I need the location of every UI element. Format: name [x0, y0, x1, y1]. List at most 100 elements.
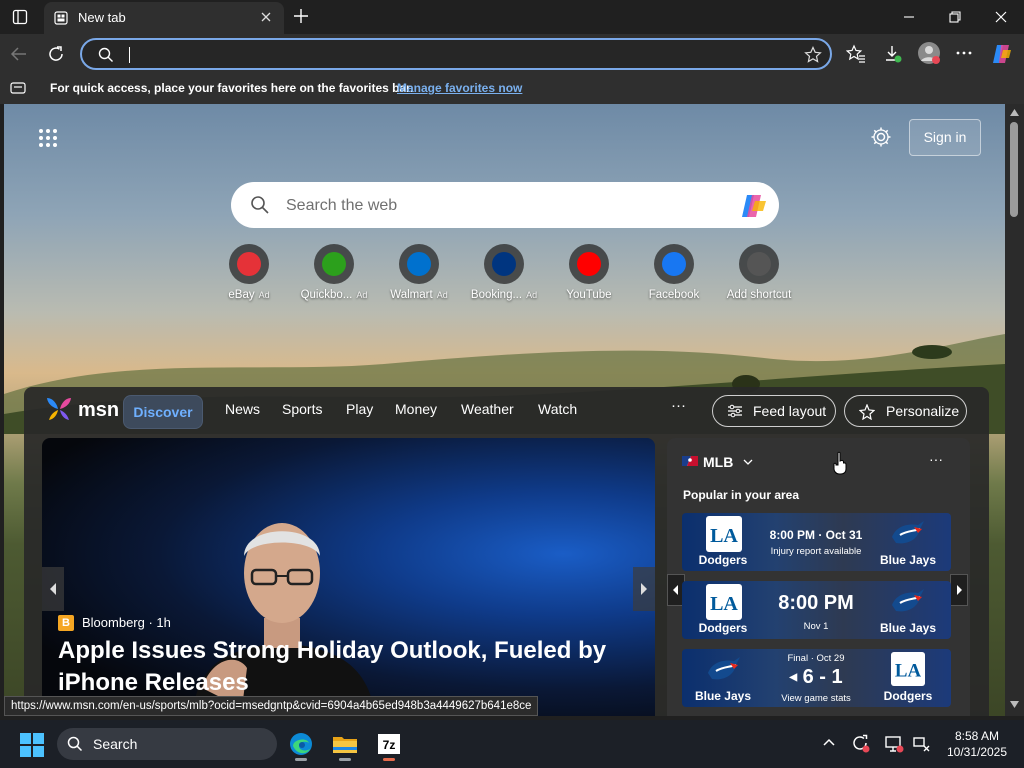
- web-search-box[interactable]: Search the web: [231, 182, 779, 228]
- refresh-icon[interactable]: [47, 45, 65, 63]
- msn-butterfly-icon: [47, 398, 71, 420]
- taskbar: Search 7z 8:58 AM 10/31/2025: [0, 720, 1024, 768]
- shortcut-tile[interactable]: Quickbo... Ad: [292, 244, 376, 310]
- shortcut-tile[interactable]: Walmart Ad: [377, 244, 461, 310]
- game-card[interactable]: LA 8:00 PM · Oct 31 Injury report availa…: [682, 513, 951, 571]
- manage-favorites-link[interactable]: Manage favorites now: [397, 81, 522, 95]
- close-window-icon[interactable]: [994, 10, 1008, 24]
- game-card[interactable]: Final · Oct 29 ◀ 6 - 1 View game stats L…: [682, 649, 951, 707]
- hero-headline[interactable]: Apple Issues Strong Holiday Outlook, Fue…: [58, 635, 638, 699]
- shortcut-label: Booking... Ad: [462, 289, 546, 301]
- scroll-down-icon[interactable]: [1010, 701, 1019, 708]
- windows-start-icon[interactable]: [20, 733, 44, 757]
- tab-weather[interactable]: Weather: [461, 401, 514, 417]
- shortcut-name: Facebook: [648, 289, 700, 301]
- restore-icon[interactable]: [948, 10, 962, 24]
- tab-watch[interactable]: Watch: [538, 401, 577, 417]
- taskbar-file-explorer-icon[interactable]: [329, 728, 361, 761]
- shortcut-name: YouTube: [566, 289, 612, 301]
- personalize-button[interactable]: Personalize: [844, 395, 967, 427]
- taskbar-7zip-icon[interactable]: 7z: [373, 728, 405, 761]
- tab-play[interactable]: Play: [346, 401, 373, 417]
- downloads-icon[interactable]: [883, 44, 903, 64]
- shortcut-tile[interactable]: YouTube: [547, 244, 631, 310]
- view-stats-link[interactable]: View game stats: [754, 693, 878, 704]
- page-settings-gear-icon[interactable]: [870, 126, 892, 148]
- scroll-up-icon[interactable]: [1010, 109, 1019, 116]
- text-caret: [129, 47, 130, 63]
- tab-money[interactable]: Money: [395, 401, 437, 417]
- booking-icon-glyph: [492, 252, 516, 276]
- tab-title: New tab: [78, 10, 126, 25]
- game-card[interactable]: LA 8:00 PM Nov 1 Dodgers Blue Jays: [682, 581, 951, 639]
- quickbooks-icon: [314, 244, 354, 284]
- msn-logo[interactable]: msn: [44, 396, 119, 422]
- youtube-icon: [569, 244, 609, 284]
- hero-prev-button[interactable]: [42, 567, 64, 611]
- shortcut-tile[interactable]: Booking... Ad: [462, 244, 546, 310]
- game-time: 8:00 PM: [778, 592, 854, 614]
- tab-discover[interactable]: Discover: [123, 395, 203, 429]
- taskbar-clock[interactable]: 8:58 AM 10/31/2025: [930, 728, 1024, 760]
- taskbar-edge-icon[interactable]: [285, 728, 317, 761]
- chevron-down-icon[interactable]: [743, 458, 753, 466]
- profile-avatar-icon[interactable]: [917, 41, 941, 65]
- tab-new-tab[interactable]: New tab: [44, 2, 284, 34]
- taskbar-search-box[interactable]: Search: [57, 728, 277, 760]
- sync-alert-icon[interactable]: [851, 734, 871, 754]
- taskbar-search-label: Search: [93, 736, 138, 752]
- copilot-icon[interactable]: [990, 42, 1014, 66]
- shortcut-tile[interactable]: Add shortcut: [717, 244, 801, 310]
- shortcut-name: Booking...: [470, 289, 523, 301]
- shortcut-label: Quickbo... Ad: [292, 289, 376, 301]
- hero-story-card[interactable]: B Bloomberg · 1h Apple Issues Strong Hol…: [42, 438, 655, 716]
- status-bar-url: https://www.msn.com/en-us/sports/mlb?oci…: [4, 696, 539, 716]
- tab-sports[interactable]: Sports: [282, 401, 322, 417]
- clock-time: 8:58 AM: [954, 729, 1000, 743]
- more-tabs-button[interactable]: ···: [671, 397, 686, 414]
- favorites-icon[interactable]: [846, 44, 866, 64]
- close-tab-icon[interactable]: [260, 11, 272, 23]
- feed-layout-label: Feed layout: [753, 403, 827, 419]
- mouse-cursor-icon: [833, 451, 847, 475]
- quickbooks-icon-glyph: [322, 252, 346, 276]
- team-left: Dodgers: [698, 621, 748, 635]
- shortcut-tile[interactable]: Facebook: [632, 244, 716, 310]
- feed-layout-button[interactable]: Feed layout: [712, 395, 836, 427]
- sign-in-button[interactable]: Sign in: [909, 119, 981, 156]
- favorites-message: For quick access, place your favorites h…: [50, 81, 414, 95]
- search-icon: [67, 736, 83, 752]
- address-bar[interactable]: [80, 38, 832, 70]
- page-scrollbar[interactable]: [1005, 104, 1024, 716]
- ad-badge: Ad: [356, 290, 368, 300]
- network-disconnected-icon[interactable]: [911, 734, 931, 754]
- mlb-more-button[interactable]: ···: [929, 451, 943, 467]
- new-tab-plus-icon[interactable]: [293, 8, 309, 24]
- game-note: Injury report available: [770, 546, 862, 557]
- copilot-icon[interactable]: [739, 193, 769, 219]
- mlb-logo-icon: [682, 456, 698, 466]
- back-icon[interactable]: [10, 45, 28, 63]
- ad-badge: Ad: [526, 290, 538, 300]
- dodgers-logo-icon: LA: [706, 516, 742, 552]
- shortcut-name: Add shortcut: [726, 289, 792, 301]
- tab-news[interactable]: News: [225, 401, 260, 417]
- plus-icon-glyph: [747, 252, 771, 276]
- favorite-star-icon[interactable]: [804, 46, 822, 64]
- shortcut-name: Walmart: [390, 289, 433, 301]
- hero-next-button[interactable]: [633, 567, 655, 611]
- mlb-league-label[interactable]: MLB: [703, 454, 733, 470]
- settings-more-icon[interactable]: [955, 44, 973, 62]
- sliders-icon: [727, 404, 743, 418]
- tab-actions-icon[interactable]: [12, 9, 28, 25]
- minimize-icon[interactable]: [902, 10, 916, 24]
- shortcut-tile[interactable]: eBay Ad: [207, 244, 291, 310]
- team-left: Blue Jays: [694, 689, 752, 703]
- apps-grid-icon[interactable]: [38, 128, 58, 148]
- display-tray-icon[interactable]: [884, 734, 904, 754]
- facebook-icon-glyph: [662, 252, 686, 276]
- mlb-next-button[interactable]: [950, 574, 968, 606]
- scrollbar-thumb[interactable]: [1010, 122, 1018, 217]
- tray-overflow-chevron-icon[interactable]: [822, 737, 836, 747]
- search-placeholder: Search the web: [286, 197, 398, 214]
